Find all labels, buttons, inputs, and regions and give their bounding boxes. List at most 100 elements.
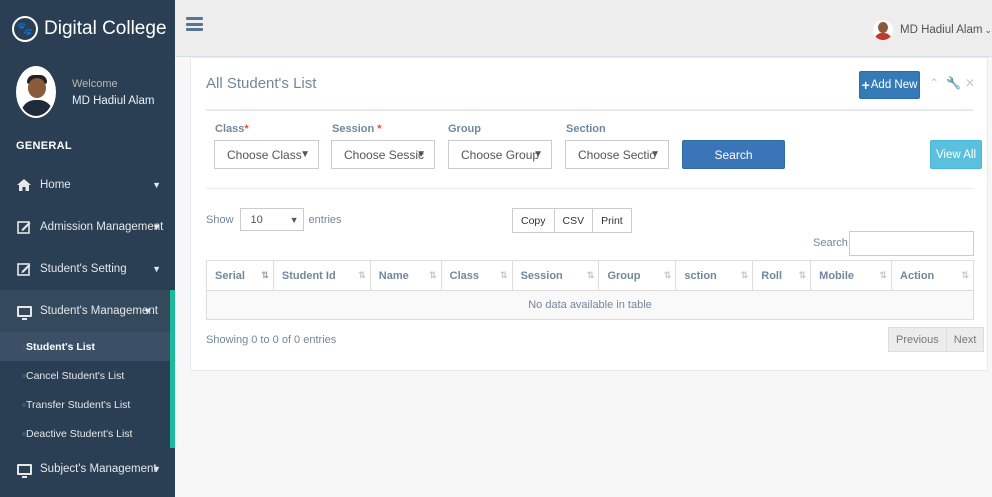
table-info: Showing 0 to 0 of 0 entries: [206, 334, 337, 346]
welcome-text: Welcome: [72, 77, 118, 90]
sidebar-item-students-setting[interactable]: Student's Setting ▼: [0, 248, 175, 290]
sort-icon: ⇅: [740, 270, 748, 280]
sort-icon: ⇅: [429, 270, 436, 280]
sidebar-submenu: Student's List Cancel Student's List Tra…: [0, 332, 175, 448]
previous-button[interactable]: Previous: [888, 327, 947, 352]
sidebar-subitem-students-list[interactable]: Student's List: [0, 332, 170, 361]
group-select[interactable]: Choose Group ▼: [448, 140, 552, 169]
length-control: Show 10 ▼ entries: [206, 208, 342, 231]
chevron-down-icon: ▼: [152, 264, 161, 274]
table-header-row: Serial ⇅ Student Id ⇅ Name ⇅ Class ⇅ Session…: [206, 260, 974, 291]
group-label: Group: [448, 123, 481, 135]
home-icon: [15, 179, 33, 191]
copy-button[interactable]: Copy: [512, 208, 555, 233]
sidebar-subitem-cancel-students-list[interactable]: Cancel Student's List: [0, 361, 170, 390]
profile-name: MD Hadiul Alam: [72, 94, 155, 107]
brand-title: Digital College: [44, 17, 167, 39]
class-label: Class*: [215, 123, 249, 135]
column-header-mobile[interactable]: Mobile ⇅: [810, 260, 893, 291]
edit-icon: [15, 262, 33, 276]
session-select[interactable]: Choose Sessic ▼: [331, 140, 435, 169]
session-label: Session *: [332, 123, 382, 135]
next-button[interactable]: Next: [945, 327, 985, 352]
column-header-action[interactable]: Action ⇅: [891, 260, 974, 291]
sidebar-item-label: Student's Setting: [40, 263, 127, 275]
column-header-session[interactable]: Session ⇅: [511, 260, 600, 291]
sidebar-item-label: Student's Management: [40, 305, 158, 317]
brand[interactable]: 🐾 Digital College: [0, 0, 175, 57]
sidebar-item-students-management[interactable]: Student's Management ▼: [0, 290, 175, 332]
search-button[interactable]: Search: [682, 140, 785, 169]
chevron-down-icon: ⌄: [984, 24, 992, 35]
user-name: MD Hadiul Alam: [900, 24, 983, 36]
collapse-icon[interactable]: ⌃: [929, 76, 939, 90]
sidebar-item-label: Admission Management: [40, 221, 164, 233]
table-row: No data available in table: [206, 290, 974, 320]
sidebar-item-subjects-management[interactable]: Subject's Management ▼: [0, 448, 175, 490]
table-search-label: Search:: [813, 237, 851, 249]
edit-icon: [15, 220, 33, 234]
chevron-down-icon: ▼: [416, 149, 426, 160]
user-menu[interactable]: MD Hadiul Alam ⌄: [873, 20, 992, 40]
export-buttons: Copy CSV Print: [512, 208, 632, 233]
add-new-button[interactable]: + Add New: [859, 71, 920, 99]
entries-label: entries: [308, 213, 342, 226]
empty-table-message: No data available in table: [206, 290, 974, 320]
csv-button[interactable]: CSV: [553, 208, 594, 233]
chevron-down-icon: ▼: [300, 149, 310, 160]
chevron-down-icon: ▼: [152, 464, 161, 474]
chevron-down-icon: ▼: [152, 222, 161, 232]
chevron-down-icon: ▼: [143, 306, 152, 316]
close-icon[interactable]: ✕: [965, 76, 975, 90]
chevron-down-icon: ▼: [533, 149, 543, 160]
sort-icon: ⇅: [961, 270, 968, 280]
divider: [206, 188, 973, 189]
view-all-button[interactable]: View All: [930, 140, 982, 169]
sort-asc-icon: ⇅: [261, 270, 268, 280]
sort-icon: ⇅: [663, 270, 671, 280]
column-header-serial[interactable]: Serial ⇅: [206, 260, 274, 291]
wrench-icon[interactable]: 🔧: [946, 76, 961, 90]
sidebar-subitem-deactive-students-list[interactable]: Deactive Student's List: [0, 419, 170, 448]
panel-title: All Student's List: [206, 75, 317, 92]
paw-icon: 🐾: [12, 15, 38, 42]
show-label: Show: [206, 213, 234, 226]
column-header-group[interactable]: Group ⇅: [598, 260, 677, 291]
column-header-roll[interactable]: Roll ⇅: [752, 260, 812, 291]
chevron-down-icon: ▼: [152, 180, 161, 190]
column-header-class[interactable]: Class ⇅: [440, 260, 513, 291]
divider: [206, 109, 973, 111]
monitor-icon: [15, 463, 33, 478]
user-avatar: [873, 20, 893, 40]
sidebar-item-label: Subject's Management: [40, 463, 157, 475]
sort-icon: ⇅: [500, 270, 507, 280]
column-header-section[interactable]: sction ⇅: [675, 260, 754, 291]
avatar: [16, 66, 56, 118]
menu-toggle-icon[interactable]: [186, 17, 203, 31]
column-header-student-id[interactable]: Student Id ⇅: [272, 260, 371, 291]
sidebar-subitem-transfer-students-list[interactable]: Transfer Student's List: [0, 390, 170, 419]
sort-icon: ⇅: [358, 270, 365, 280]
sidebar-item-admission-management[interactable]: Admission Management ▼: [0, 206, 175, 248]
plus-icon: +: [861, 77, 870, 93]
column-header-name[interactable]: Name ⇅: [369, 260, 442, 291]
print-button[interactable]: Print: [592, 208, 632, 233]
sort-icon: ⇅: [586, 270, 594, 280]
table-search-input[interactable]: [849, 231, 974, 256]
entries-length-select[interactable]: 10 ▼: [239, 208, 304, 231]
students-list-panel: All Student's List + Add New ⌃ 🔧 ✕ Class*…: [190, 57, 988, 371]
sort-icon: ⇅: [879, 270, 887, 280]
sidebar: 🐾 Digital College Welcome MD Hadiul Alam…: [0, 0, 175, 497]
chevron-down-icon: ▼: [289, 214, 299, 225]
section-label: Section: [566, 123, 606, 135]
sort-icon: ⇅: [798, 270, 806, 280]
students-table: Serial ⇅ Student Id ⇅ Name ⇅ Class ⇅ Session…: [206, 260, 974, 320]
pagination: Previous Next: [888, 327, 985, 352]
monitor-icon: [15, 305, 33, 320]
sidebar-item-home[interactable]: Home ▼: [0, 164, 175, 206]
section-select[interactable]: Choose Sectio ▼: [565, 140, 669, 169]
sidebar-item-label: Home: [40, 179, 71, 191]
class-select[interactable]: Choose Class ▼: [214, 140, 319, 169]
section-label-general: GENERAL: [16, 140, 72, 152]
chevron-down-icon: ▼: [650, 149, 660, 160]
